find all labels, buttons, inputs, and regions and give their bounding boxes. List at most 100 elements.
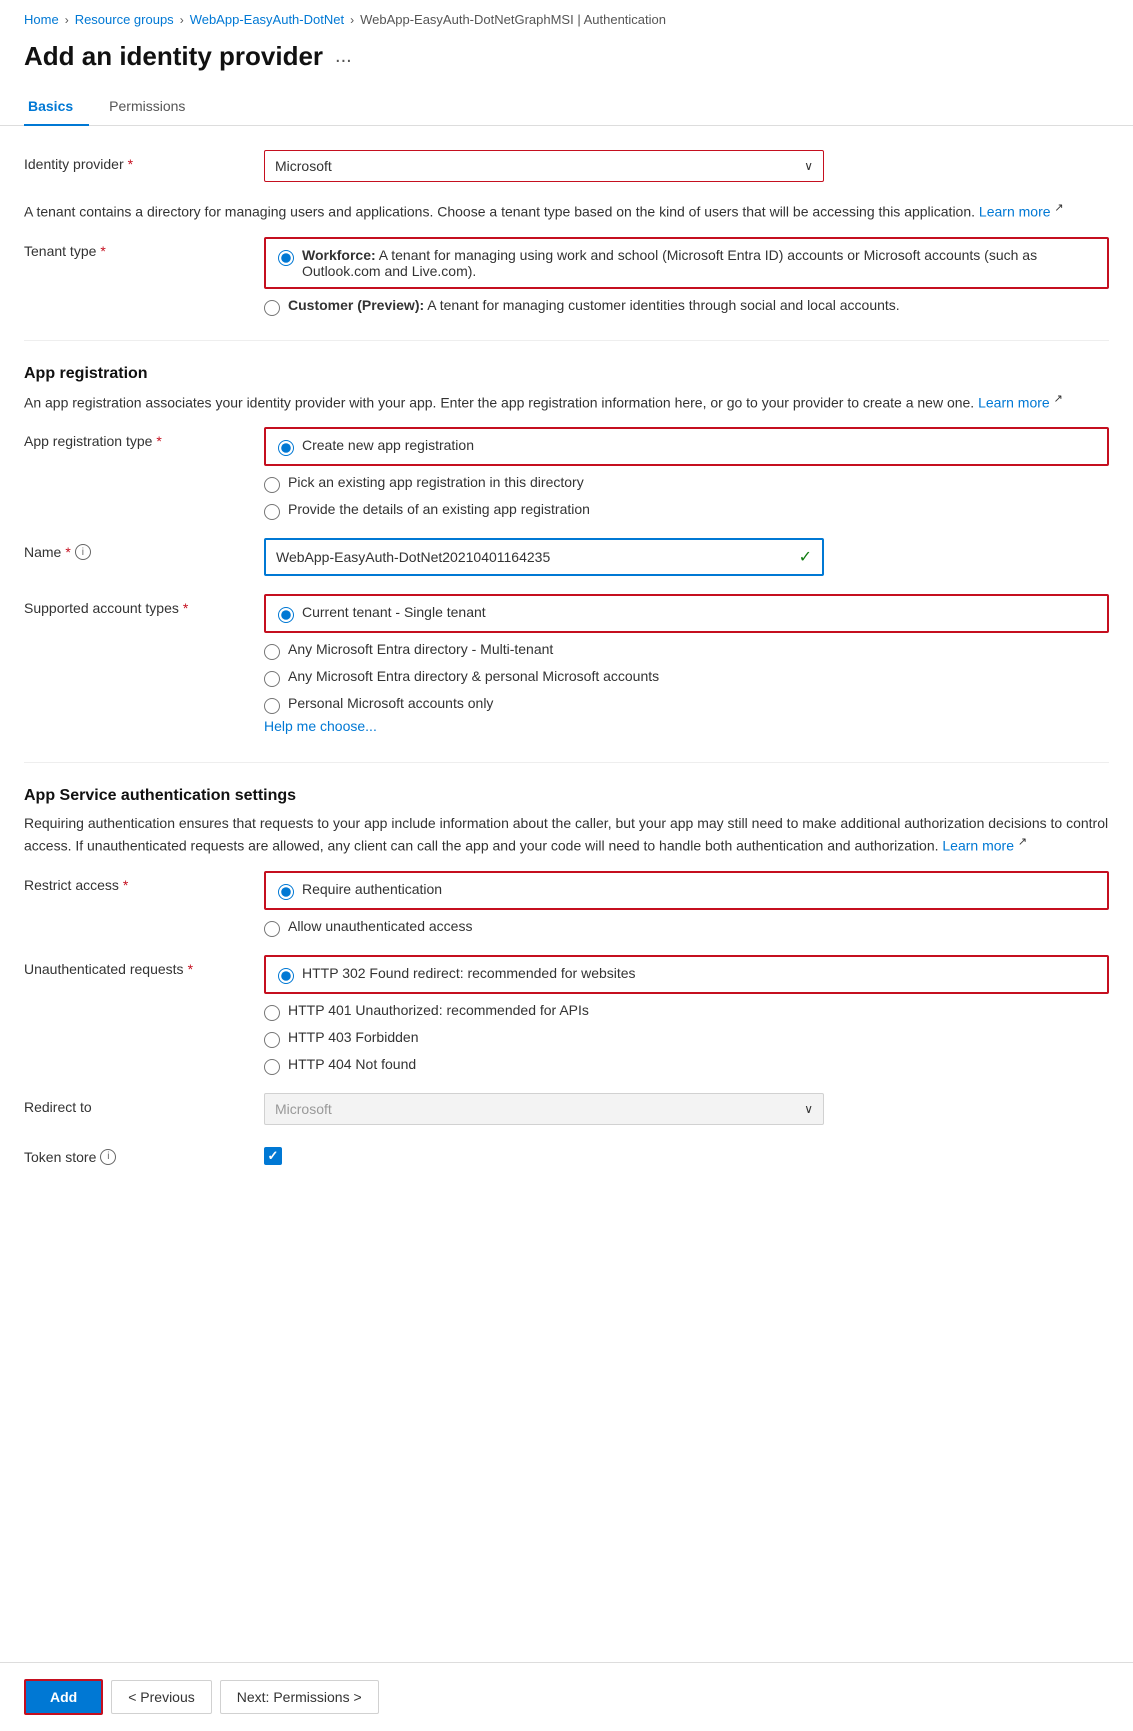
tab-permissions[interactable]: Permissions — [105, 88, 201, 126]
tenant-customer-radio[interactable] — [264, 300, 280, 316]
http404-option[interactable]: HTTP 404 Not found — [264, 1056, 1109, 1075]
app-reg-name-value: WebApp-EasyAuth-DotNet20210401164235 ✓ — [264, 538, 1109, 576]
tenant-workforce-option[interactable]: Workforce: A tenant for managing using w… — [264, 237, 1109, 289]
tenant-type-label: Tenant type * — [24, 237, 264, 259]
identity-provider-required: * — [128, 156, 133, 172]
breadcrumb-webapp[interactable]: WebApp-EasyAuth-DotNet — [190, 12, 344, 27]
redirect-to-value: Microsoft ∨ — [264, 1093, 1109, 1125]
app-reg-type-required: * — [156, 433, 161, 449]
app-service-auth-learn-more-link[interactable]: Learn more — [942, 838, 1014, 854]
http401-option[interactable]: HTTP 401 Unauthorized: recommended for A… — [264, 1002, 1109, 1021]
app-reg-type-options: Create new app registration Pick an exis… — [264, 427, 1109, 520]
app-reg-multi-personal-option[interactable]: Any Microsoft Entra directory & personal… — [264, 668, 1109, 687]
footer-spacer — [24, 1193, 1109, 1273]
breadcrumb-sep-2: › — [180, 13, 184, 27]
app-reg-provide-details-option[interactable]: Provide the details of an existing app r… — [264, 501, 1109, 520]
app-service-auth-ext-link-icon: ↗ — [1018, 836, 1027, 848]
restrict-access-options: Require authentication Allow unauthentic… — [264, 871, 1109, 937]
identity-provider-label: Identity provider * — [24, 150, 264, 172]
breadcrumb-home[interactable]: Home — [24, 12, 59, 27]
tenant-customer-bold: Customer (Preview): — [288, 297, 424, 313]
token-store-info-icon[interactable]: i — [100, 1149, 116, 1165]
identity-provider-select[interactable]: Microsoft ∨ — [264, 150, 824, 182]
tenant-workforce-label: Workforce: A tenant for managing using w… — [302, 247, 1095, 279]
identity-provider-selected-value: Microsoft — [275, 158, 332, 174]
restrict-access-label: Restrict access * — [24, 871, 264, 893]
identity-provider-value: Microsoft ∨ — [264, 150, 1109, 182]
app-reg-name-check-icon: ✓ — [799, 547, 812, 567]
redirect-to-label: Redirect to — [24, 1093, 264, 1115]
tenant-description-text: A tenant contains a directory for managi… — [24, 200, 1109, 223]
tenant-customer-option[interactable]: Customer (Preview): A tenant for managin… — [264, 297, 1109, 316]
allow-unauth-radio[interactable] — [264, 921, 280, 937]
redirect-to-select[interactable]: Microsoft ∨ — [264, 1093, 824, 1125]
app-registration-description: An app registration associates your iden… — [24, 391, 1109, 414]
app-reg-multi-tenant-label: Any Microsoft Entra directory - Multi-te… — [288, 641, 553, 657]
app-reg-create-new-option[interactable]: Create new app registration — [264, 427, 1109, 466]
unauth-requests-required: * — [188, 961, 193, 977]
require-auth-option[interactable]: Require authentication — [264, 871, 1109, 910]
app-service-auth-section: App Service authentication settings Requ… — [24, 787, 1109, 1165]
http404-radio[interactable] — [264, 1059, 280, 1075]
breadcrumb-sep-1: › — [65, 13, 69, 27]
tenant-type-required: * — [100, 243, 105, 259]
http302-option[interactable]: HTTP 302 Found redirect: recommended for… — [264, 955, 1109, 994]
next-button[interactable]: Next: Permissions > — [220, 1680, 379, 1714]
tenant-type-row: Tenant type * Workforce: A tenant for ma… — [24, 237, 1109, 316]
app-reg-multi-personal-radio[interactable] — [264, 671, 280, 687]
tenant-customer-rest: A tenant for managing customer identitie… — [427, 297, 899, 313]
app-reg-multi-tenant-radio[interactable] — [264, 644, 280, 660]
app-reg-ext-link-icon: ↗ — [1054, 393, 1063, 405]
tenant-workforce-radio[interactable] — [278, 250, 294, 266]
app-reg-provide-details-radio[interactable] — [264, 504, 280, 520]
app-reg-pick-existing-radio[interactable] — [264, 477, 280, 493]
app-reg-create-new-label: Create new app registration — [302, 437, 474, 453]
tenant-learn-more-link[interactable]: Learn more — [979, 204, 1051, 220]
restrict-access-required: * — [123, 877, 128, 893]
app-reg-single-tenant-label: Current tenant - Single tenant — [302, 604, 486, 620]
http401-radio[interactable] — [264, 1005, 280, 1021]
add-button[interactable]: Add — [24, 1679, 103, 1715]
previous-button[interactable]: < Previous — [111, 1680, 212, 1714]
tab-basics[interactable]: Basics — [24, 88, 89, 126]
app-reg-learn-more-link[interactable]: Learn more — [978, 394, 1050, 410]
unauth-requests-row: Unauthenticated requests * HTTP 302 Foun… — [24, 955, 1109, 1075]
tenant-customer-label: Customer (Preview): A tenant for managin… — [288, 297, 900, 313]
app-reg-name-required: * — [65, 544, 70, 560]
app-reg-personal-only-radio[interactable] — [264, 698, 280, 714]
require-auth-radio[interactable] — [278, 884, 294, 900]
breadcrumb-current: WebApp-EasyAuth-DotNetGraphMSI | Authent… — [360, 12, 666, 27]
app-reg-single-tenant-radio[interactable] — [278, 607, 294, 623]
breadcrumb: Home › Resource groups › WebApp-EasyAuth… — [0, 0, 1133, 35]
app-reg-name-info-icon[interactable]: i — [75, 544, 91, 560]
app-reg-type-label: App registration type * — [24, 427, 264, 449]
app-reg-multi-tenant-option[interactable]: Any Microsoft Entra directory - Multi-te… — [264, 641, 1109, 660]
app-reg-name-input[interactable]: WebApp-EasyAuth-DotNet20210401164235 — [276, 549, 799, 565]
http403-option[interactable]: HTTP 403 Forbidden — [264, 1029, 1109, 1048]
http403-radio[interactable] — [264, 1032, 280, 1048]
app-reg-single-tenant-option[interactable]: Current tenant - Single tenant — [264, 594, 1109, 633]
require-auth-label: Require authentication — [302, 881, 442, 897]
app-reg-pick-existing-label: Pick an existing app registration in thi… — [288, 474, 584, 490]
token-store-checkbox[interactable] — [264, 1147, 282, 1165]
unauth-requests-options: HTTP 302 Found redirect: recommended for… — [264, 955, 1109, 1075]
app-reg-multi-personal-label: Any Microsoft Entra directory & personal… — [288, 668, 659, 684]
tenant-workforce-rest: A tenant for managing using work and sch… — [302, 247, 1037, 279]
app-registration-section: App registration An app registration ass… — [24, 365, 1109, 735]
app-service-auth-description: Requiring authentication ensures that re… — [24, 813, 1109, 857]
tenant-type-radio-group: Workforce: A tenant for managing using w… — [264, 237, 1109, 316]
redirect-to-placeholder: Microsoft — [275, 1101, 332, 1117]
page-menu-icon[interactable]: ... — [335, 45, 352, 68]
restrict-access-radio-group: Require authentication Allow unauthentic… — [264, 871, 1109, 937]
identity-provider-row: Identity provider * Microsoft ∨ — [24, 150, 1109, 182]
app-reg-create-new-radio[interactable] — [278, 440, 294, 456]
allow-unauth-option[interactable]: Allow unauthenticated access — [264, 918, 1109, 937]
allow-unauth-label: Allow unauthenticated access — [288, 918, 472, 934]
http302-label: HTTP 302 Found redirect: recommended for… — [302, 965, 636, 981]
chevron-down-icon: ∨ — [804, 159, 813, 173]
http302-radio[interactable] — [278, 968, 294, 984]
breadcrumb-resource-groups[interactable]: Resource groups — [75, 12, 174, 27]
help-me-choose-link[interactable]: Help me choose... — [264, 718, 1109, 734]
app-reg-personal-only-option[interactable]: Personal Microsoft accounts only — [264, 695, 1109, 714]
app-reg-pick-existing-option[interactable]: Pick an existing app registration in thi… — [264, 474, 1109, 493]
